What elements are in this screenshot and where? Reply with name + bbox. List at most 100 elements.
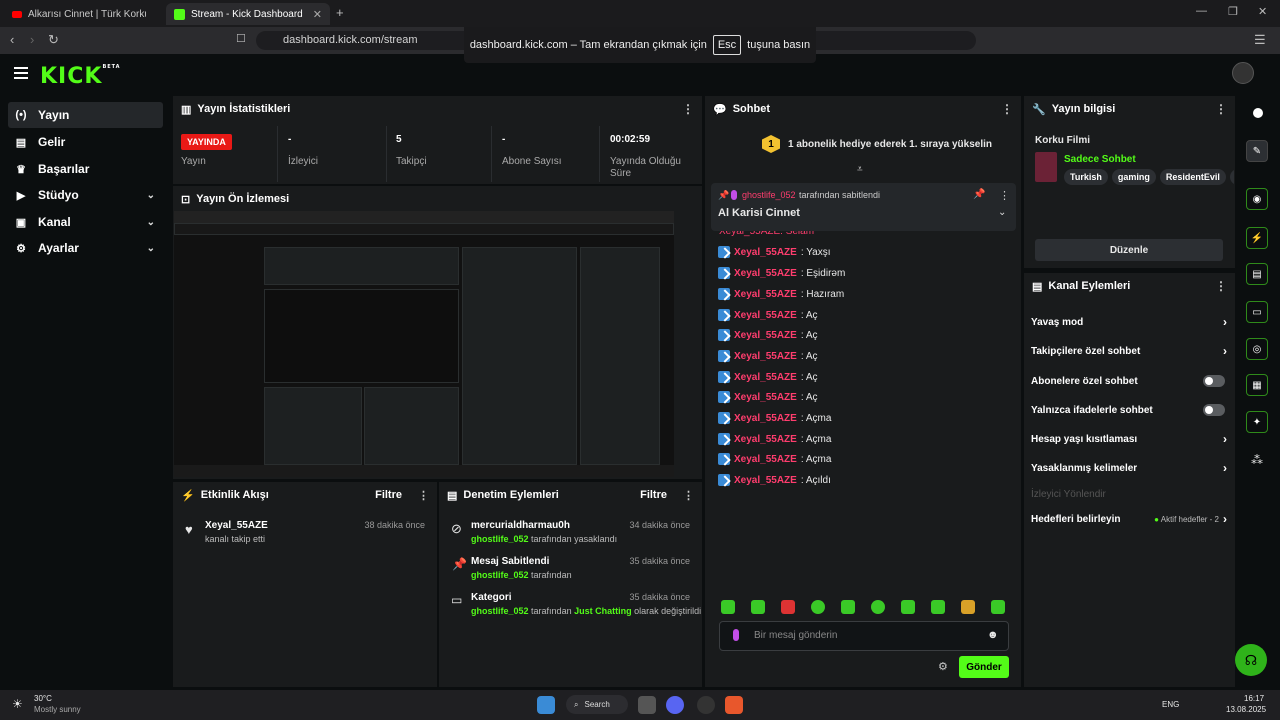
chevron-down-icon[interactable]: ⌄	[998, 207, 1006, 218]
layout-icon[interactable]: ▦	[1246, 374, 1268, 396]
chat-settings-icon[interactable]: ⚙	[938, 660, 948, 673]
filter-button[interactable]: Filtre	[375, 489, 402, 501]
chat-username[interactable]: Xeyal_55AZE	[734, 310, 797, 321]
clock-date[interactable]: 13.08.2025	[1226, 705, 1266, 714]
browser-tab-youtube[interactable]: Alkarısı Cinnet | Türk Korku Filmi Tek	[4, 3, 162, 25]
banned-words-item[interactable]: Yasaklanmış kelimeler ›	[1031, 458, 1231, 478]
sidebar-item-yayin[interactable]: (•) Yayın	[8, 102, 163, 128]
sidebar-item-kanal[interactable]: ▣ Kanal ⌄	[8, 209, 163, 235]
followers-only-item[interactable]: Takipçilere özel sohbet ›	[1031, 341, 1231, 361]
chat-input[interactable]: Bir mesaj gönderin	[719, 621, 1009, 651]
subscribers-only-toggle[interactable]	[1203, 375, 1225, 387]
moderation-actor[interactable]: ghostlife_052	[471, 606, 529, 616]
emote-icon[interactable]	[931, 600, 945, 614]
broadcast-icon[interactable]: ◎	[1246, 338, 1268, 360]
emote-icon[interactable]	[901, 600, 915, 614]
more-options-icon[interactable]: ⋮	[1001, 102, 1013, 116]
chat-username[interactable]: Xeyal_55AZE	[734, 413, 797, 424]
more-options-icon[interactable]: ⋮	[418, 489, 429, 502]
task-view-icon[interactable]	[638, 696, 656, 714]
emoji-icon[interactable]: ☻	[987, 629, 999, 641]
edit-button[interactable]: Düzenle	[1035, 239, 1223, 261]
avatar[interactable]	[1232, 62, 1254, 84]
windows-start-icon[interactable]	[537, 696, 555, 714]
category-link[interactable]: Sadece Sohbet	[1064, 154, 1136, 165]
chat-username[interactable]: Xeyal_55AZE	[734, 454, 797, 465]
emote-icon[interactable]	[751, 600, 765, 614]
taskbar-search[interactable]: ⌕ Search	[566, 695, 628, 714]
browser-tab-kick[interactable]: Stream - Kick Dashboard ✕	[166, 3, 330, 25]
slow-mode-item[interactable]: Yavaş mod ›	[1031, 312, 1231, 332]
emote-icon[interactable]	[811, 600, 825, 614]
browser-menu-icon[interactable]: ☰	[1254, 32, 1266, 48]
chat-username[interactable]: Xeyal_55AZE	[734, 330, 797, 341]
clock-time[interactable]: 16:17	[1244, 694, 1264, 703]
edit-pencil-icon[interactable]: ✎	[1246, 140, 1268, 162]
more-options-icon[interactable]: ⋮	[683, 489, 694, 502]
emote-icon[interactable]	[961, 600, 975, 614]
tag-chip[interactable]: Turkish	[1064, 169, 1108, 185]
moderation-actor[interactable]: ghostlife_052	[471, 570, 529, 580]
moderation-title[interactable]: mercurialdharmau0h	[471, 520, 570, 531]
send-button[interactable]: Gönder	[959, 656, 1009, 678]
emote-icon[interactable]	[841, 600, 855, 614]
mic-icon[interactable]	[733, 629, 739, 641]
hamburger-menu-icon[interactable]	[14, 67, 28, 79]
new-tab-icon[interactable]: +	[336, 5, 344, 20]
chat-username[interactable]: Xeyal_55AZE	[734, 247, 797, 258]
reload-icon[interactable]: ↻	[48, 32, 59, 48]
chat-username[interactable]: Xeyal_55AZE	[734, 351, 797, 362]
minimize-icon[interactable]: —	[1196, 5, 1207, 17]
tag-chip[interactable]: ResidentEvil	[1159, 169, 1226, 185]
language-indicator[interactable]: ENG	[1162, 700, 1179, 709]
pinned-by-user[interactable]: ghostlife_052	[742, 190, 796, 200]
back-icon[interactable]: ‹	[10, 32, 14, 47]
forward-icon[interactable]: ›	[30, 32, 34, 47]
sidebar-item-gelir[interactable]: ▤ Gelir	[8, 129, 163, 155]
chat-username[interactable]: Xeyal_55AZE	[734, 475, 797, 486]
chat-icon[interactable]: ▭	[1246, 301, 1268, 323]
weather-temp[interactable]: 30°C	[34, 694, 52, 703]
camera-icon[interactable]: ◉	[1246, 188, 1268, 210]
brave-browser-icon[interactable]	[725, 696, 743, 714]
unpin-icon[interactable]: 📌	[973, 189, 985, 200]
maximize-icon[interactable]: ❐	[1228, 5, 1238, 18]
collapse-banner-icon[interactable]: ⩡	[857, 164, 863, 175]
emote-icon[interactable]	[991, 600, 1005, 614]
bookmark-icon[interactable]: ☐	[236, 32, 246, 45]
stream-preview-video[interactable]	[174, 211, 674, 477]
kick-logo[interactable]: KICKBETA	[40, 64, 121, 89]
chat-username[interactable]: Xeyal_55AZE	[734, 392, 797, 403]
filter-button[interactable]: Filtre	[640, 489, 667, 501]
activity-user[interactable]: Xeyal_55AZE	[205, 520, 268, 531]
close-tab-icon[interactable]: ✕	[313, 8, 322, 21]
app-icon[interactable]	[697, 696, 715, 714]
emotes-only-toggle[interactable]	[1203, 404, 1225, 416]
discord-icon[interactable]	[666, 696, 684, 714]
close-window-icon[interactable]: ✕	[1258, 5, 1267, 18]
share-icon[interactable]: ⁂	[1251, 453, 1263, 467]
sidebar-item-ayarlar[interactable]: ⚙ Ayarlar ⌄	[8, 235, 163, 261]
sidebar-item-studyo[interactable]: ▶ Stüdyo ⌄	[8, 182, 163, 208]
gift-leaderboard-banner[interactable]: 1 1 abonelik hediye ederek 1. sıraya yük…	[762, 135, 992, 153]
chat-username[interactable]: Xeyal_55AZE	[734, 289, 797, 300]
chat-username[interactable]: Xeyal_55AZE	[734, 434, 797, 445]
support-icon[interactable]: ☊	[1235, 644, 1267, 676]
tag-chip[interactable]: gaming	[1111, 169, 1156, 185]
emote-icon[interactable]	[721, 600, 735, 614]
sidebar-item-basarilar[interactable]: ♛ Başarılar	[8, 156, 163, 182]
notes-icon[interactable]: ▤	[1246, 263, 1268, 285]
info-icon[interactable]	[1253, 108, 1263, 118]
chat-username[interactable]: Xeyal_55AZE	[734, 372, 797, 383]
chat-username[interactable]: Xeyal_55AZE	[734, 268, 797, 279]
weather-icon[interactable]: ☀	[12, 697, 23, 711]
account-age-item[interactable]: Hesap yaşı kısıtlaması ›	[1031, 429, 1231, 449]
goals-item[interactable]: Hedefleri belirleyin ● Aktif hedefler - …	[1031, 509, 1231, 529]
more-options-icon[interactable]: ⋮	[682, 102, 694, 116]
more-options-icon[interactable]: ⋮	[1215, 279, 1227, 293]
more-options-icon[interactable]: ⋮	[999, 189, 1010, 202]
more-options-icon[interactable]: ⋮	[1215, 102, 1227, 116]
emote-icon[interactable]	[871, 600, 885, 614]
tools-icon[interactable]: ✦	[1246, 411, 1268, 433]
emote-icon[interactable]	[781, 600, 795, 614]
